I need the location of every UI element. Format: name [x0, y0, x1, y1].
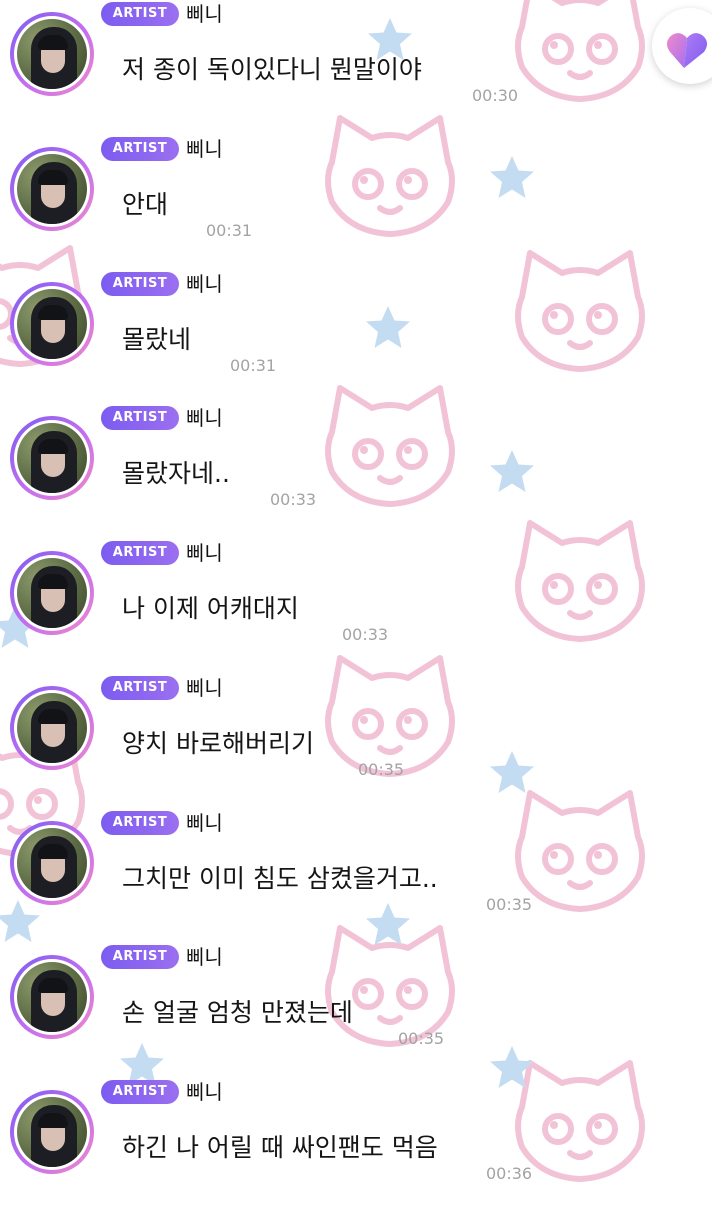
chat-message: ARTIST 삐니 그치만 이미 침도 삼켰을거고.. 00:35 — [0, 809, 712, 943]
avatar[interactable] — [10, 1090, 94, 1174]
profile-photo — [17, 828, 87, 898]
chat-message: ARTIST 삐니 양치 바로해버리기 00:35 — [0, 674, 712, 808]
profile-photo — [17, 154, 87, 224]
message-text: 손 얼굴 엄청 만졌는데 — [122, 998, 353, 1027]
profile-photo — [17, 558, 87, 628]
message-timestamp: 00:35 — [398, 1029, 445, 1048]
message-text: 몰랐네 — [122, 325, 192, 354]
chat-message: ARTIST 삐니 나 이제 어캐대지 00:33 — [0, 539, 712, 673]
sender-name[interactable]: 삐니 — [186, 539, 223, 567]
profile-photo — [17, 423, 87, 493]
chat-message-list[interactable]: ARTIST 삐니 저 종이 독이있다니 뭔말이야 00:30 ARTIST 삐… — [0, 0, 712, 1200]
chat-message: ARTIST 삐니 손 얼굴 엄청 만졌는데 00:35 — [0, 943, 712, 1077]
message-timestamp: 00:35 — [358, 760, 405, 779]
avatar[interactable] — [10, 686, 94, 770]
artist-badge: ARTIST — [101, 272, 179, 296]
chat-message: ARTIST 삐니 몰랐자네.. 00:33 — [0, 404, 712, 538]
sender-name[interactable]: 삐니 — [186, 943, 223, 971]
message-timestamp: 00:33 — [270, 490, 317, 509]
message-text: 하긴 나 어릴 때 싸인팬도 먹음 — [122, 1133, 438, 1162]
artist-badge: ARTIST — [101, 1080, 179, 1104]
profile-photo — [17, 693, 87, 763]
sender-name[interactable]: 삐니 — [186, 404, 223, 432]
avatar[interactable] — [10, 955, 94, 1039]
sender-name[interactable]: 삐니 — [186, 270, 223, 298]
chat-message: ARTIST 삐니 몰랐네 00:31 — [0, 270, 712, 404]
chat-message: ARTIST 삐니 저 종이 독이있다니 뭔말이야 00:30 — [0, 0, 712, 134]
message-timestamp: 00:31 — [230, 356, 277, 375]
avatar[interactable] — [10, 12, 94, 96]
message-timestamp: 00:33 — [342, 625, 389, 644]
avatar[interactable] — [10, 416, 94, 500]
profile-photo — [17, 289, 87, 359]
sender-name[interactable]: 삐니 — [186, 1078, 223, 1106]
avatar[interactable] — [10, 551, 94, 635]
chat-message: ARTIST 삐니 하긴 나 어릴 때 싸인팬도 먹음 00:36 — [0, 1078, 712, 1212]
artist-badge: ARTIST — [101, 811, 179, 835]
message-timestamp: 00:30 — [472, 86, 519, 105]
artist-badge: ARTIST — [101, 406, 179, 430]
sender-name[interactable]: 삐니 — [186, 809, 223, 837]
artist-badge: ARTIST — [101, 2, 179, 26]
avatar[interactable] — [10, 821, 94, 905]
profile-photo — [17, 1097, 87, 1167]
avatar[interactable] — [10, 282, 94, 366]
artist-badge: ARTIST — [101, 676, 179, 700]
message-text: 그치만 이미 침도 삼켰을거고.. — [122, 864, 438, 893]
message-text: 양치 바로해버리기 — [122, 729, 314, 758]
heart-icon — [667, 33, 708, 68]
avatar[interactable] — [10, 147, 94, 231]
message-timestamp: 00:31 — [206, 221, 253, 240]
profile-photo — [17, 962, 87, 1032]
message-timestamp: 00:35 — [486, 895, 533, 914]
sender-name[interactable]: 삐니 — [186, 0, 223, 28]
message-text: 몰랐자네.. — [122, 459, 230, 488]
sender-name[interactable]: 삐니 — [186, 674, 223, 702]
sender-name[interactable]: 삐니 — [186, 135, 223, 163]
artist-badge: ARTIST — [101, 541, 179, 565]
message-text: 안대 — [122, 190, 169, 219]
message-text: 저 종이 독이있다니 뭔말이야 — [122, 55, 422, 84]
artist-badge: ARTIST — [101, 945, 179, 969]
profile-photo — [17, 19, 87, 89]
artist-badge: ARTIST — [101, 137, 179, 161]
message-text: 나 이제 어캐대지 — [122, 594, 299, 623]
chat-message: ARTIST 삐니 안대 00:31 — [0, 135, 712, 269]
message-timestamp: 00:36 — [486, 1164, 533, 1183]
